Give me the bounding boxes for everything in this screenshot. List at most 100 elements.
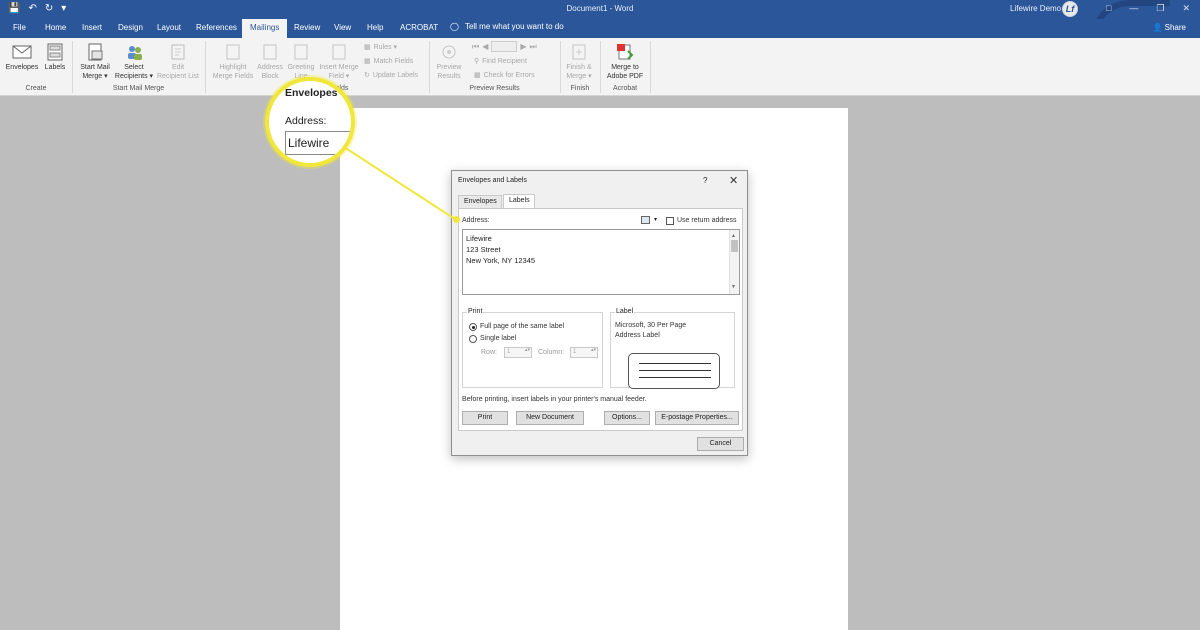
user-name[interactable]: Lifewire Demo (1010, 4, 1061, 13)
share-button[interactable]: 👤 Share (1152, 23, 1186, 32)
magnified-address-box: Lifewire (285, 131, 351, 155)
share-icon: 👤 (1152, 23, 1163, 32)
tell-me-box[interactable]: ◯ Tell me what you want to do (450, 22, 564, 31)
merge-to-adobe-pdf-button[interactable]: Merge to Adobe PDF (603, 43, 647, 81)
finish-merge-label-1: Finish & (566, 64, 592, 71)
select-recipients-label-1: Select (124, 64, 144, 71)
next-record-icon[interactable]: ▶ (520, 42, 526, 51)
print-button[interactable]: Print (462, 411, 508, 425)
label-preview-image[interactable] (628, 353, 720, 389)
previous-record-icon[interactable]: ◀ (482, 42, 488, 51)
tab-home[interactable]: Home (45, 23, 66, 32)
update-labels-icon: ↻ (364, 72, 370, 79)
ribbon: Envelopes Labels Create Start Mail Merge… (0, 38, 1200, 96)
finish-merge-button[interactable]: Finish & Merge ▾ (562, 43, 596, 81)
address-line: 123 Street (466, 245, 501, 254)
address-scrollbar[interactable]: ▲ ▼ (729, 230, 739, 294)
highlight-merge-fields-button[interactable]: Highlight Merge Fields (210, 43, 256, 81)
scroll-down-icon[interactable]: ▼ (731, 282, 736, 293)
ribbon-separator (650, 41, 651, 93)
full-page-label: Full page of the same label (480, 323, 565, 330)
labels-label: Labels (44, 64, 66, 71)
edit-recipient-list-button[interactable]: Edit Recipient List (154, 43, 202, 81)
check-errors-icon: ▦ (474, 72, 481, 79)
full-page-radio[interactable] (469, 323, 477, 331)
address-book-dropdown-icon[interactable]: ▾ (654, 216, 657, 223)
address-block-button[interactable]: Address Block (255, 43, 285, 81)
envelope-icon (12, 45, 32, 59)
tab-view[interactable]: View (334, 23, 351, 32)
new-document-button[interactable]: New Document (516, 411, 584, 425)
column-label: Column: (538, 349, 565, 356)
first-record-icon[interactable]: ⏮ (472, 42, 479, 52)
check-for-errors-label: Check for Errors (483, 71, 535, 79)
address-block-icon (263, 44, 277, 60)
column-stepper[interactable]: 1 (570, 347, 598, 358)
tab-design[interactable]: Design (118, 23, 143, 32)
row-stepper[interactable]: 1 (504, 347, 532, 358)
print-group: Print Full page of the same label Single… (462, 308, 603, 388)
address-textarea[interactable]: Lifewire 123 Street New York, NY 12345 ▲… (462, 229, 740, 295)
group-acrobat-label: Acrobat (612, 85, 638, 92)
tab-insert[interactable]: Insert (82, 23, 102, 32)
address-block-label-1: Address (257, 64, 283, 71)
tab-references[interactable]: References (196, 23, 237, 32)
tab-mailings[interactable]: Mailings (242, 19, 288, 38)
tab-file[interactable]: File (13, 23, 26, 32)
print-group-legend: Print (467, 308, 484, 315)
single-label-radio[interactable] (469, 335, 477, 343)
match-fields-icon: ▦ (364, 58, 371, 65)
cancel-button[interactable]: Cancel (697, 437, 744, 451)
finish-merge-icon (572, 44, 586, 60)
options-button[interactable]: Options... (604, 411, 650, 425)
check-for-errors-button[interactable]: ▦ Check for Errors (474, 71, 535, 80)
restore-icon[interactable]: ❐ (1156, 3, 1164, 14)
magnified-envelopes-text: Envelopes (285, 87, 338, 99)
group-finish-label: Finish (570, 85, 590, 92)
find-recipient-button[interactable]: ⚲ Find Recipient (474, 57, 527, 66)
finish-merge-label-2: Merge ▾ (566, 73, 592, 80)
address-book-icon[interactable] (641, 216, 650, 224)
tab-labels[interactable]: Labels (503, 194, 535, 208)
rules-label: Rules ▾ (373, 44, 397, 51)
record-navigation: ⏮ ◀ ▶ ⏭ (472, 41, 537, 52)
envelopes-button[interactable]: Envelopes (4, 43, 40, 72)
tab-envelopes[interactable]: Envelopes (458, 195, 502, 208)
tab-help[interactable]: Help (367, 23, 383, 32)
preview-results-label-1: Preview (436, 64, 462, 71)
insert-merge-field-button[interactable]: Insert Merge Field ▾ (316, 43, 362, 81)
minimize-icon[interactable]: — (1129, 3, 1138, 14)
preview-results-button[interactable]: Preview Results (433, 43, 465, 81)
tab-layout[interactable]: Layout (157, 23, 181, 32)
select-recipients-button[interactable]: Select Recipients ▾ (113, 43, 155, 81)
label-group[interactable]: Label Microsoft, 30 Per Page Address Lab… (610, 308, 735, 389)
callout-dot (453, 216, 460, 223)
adobe-pdf-icon (617, 44, 634, 60)
last-record-icon[interactable]: ⏭ (530, 42, 537, 52)
tab-acrobat[interactable]: ACROBAT (400, 23, 438, 32)
greeting-line-button[interactable]: Greeting Line (284, 43, 318, 81)
start-mail-merge-button[interactable]: Start Mail Merge ▾ (76, 43, 114, 81)
record-number-input[interactable] (491, 41, 518, 52)
insert-merge-field-label-1: Insert Merge (319, 64, 359, 71)
start-mail-merge-icon (88, 43, 103, 61)
scroll-thumb[interactable] (731, 240, 738, 252)
edit-recipient-list-label-1: Edit (171, 64, 185, 71)
rules-button[interactable]: ▦ Rules ▾ (364, 43, 397, 51)
use-return-address-checkbox[interactable] (666, 217, 674, 225)
epostage-properties-button[interactable]: E-postage Properties... (655, 411, 739, 425)
share-label: Share (1164, 23, 1186, 32)
avatar[interactable]: Lf (1062, 1, 1078, 17)
close-window-icon[interactable]: ✕ (1182, 3, 1190, 14)
close-dialog-button[interactable]: ✕ (729, 174, 738, 187)
start-mail-merge-label-2: Merge ▾ (82, 73, 108, 80)
help-button[interactable]: ? (703, 176, 707, 185)
labels-button[interactable]: Labels (41, 43, 69, 72)
address-block-label-2: Block (261, 73, 279, 80)
title-bar: 💾 ↶ ↻ ▾ Document1 - Word Lifewire Demo L… (0, 0, 1200, 40)
tab-review[interactable]: Review (294, 23, 320, 32)
ribbon-display-options-icon[interactable]: □ (1106, 3, 1111, 14)
update-labels-button[interactable]: ↻ Update Labels (364, 71, 418, 80)
label-product: Address Label (615, 332, 660, 339)
match-fields-button[interactable]: ▦ Match Fields (364, 57, 413, 66)
